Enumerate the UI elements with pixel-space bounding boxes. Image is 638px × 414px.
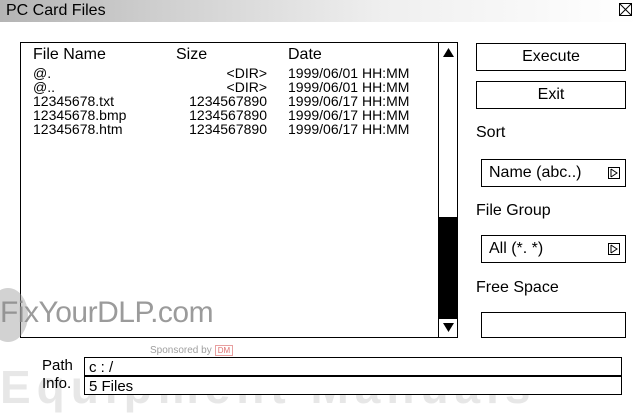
info-value: 5 Files: [89, 378, 134, 395]
file-row[interactable]: @. <DIR> 1999/06/01 HH:MM: [21, 66, 436, 80]
file-group-select[interactable]: All (*. *): [481, 235, 626, 263]
file-name: @.: [33, 65, 52, 81]
free-space-label: Free Space: [476, 279, 559, 296]
file-name: 12345678.htm: [33, 121, 123, 137]
window-title: PC Card Files: [6, 2, 106, 19]
file-group-label: File Group: [476, 202, 551, 219]
file-list-panel[interactable]: File Name Size Date @. <DIR> 1999/06/01 …: [20, 42, 458, 338]
path-label: Path: [42, 357, 73, 374]
info-label: Info.: [42, 375, 72, 392]
file-row[interactable]: @.. <DIR> 1999/06/01 HH:MM: [21, 80, 436, 94]
file-name: 12345678.bmp: [33, 107, 127, 123]
file-size: <DIR>: [226, 79, 267, 95]
file-size: 1234567890: [189, 107, 267, 123]
file-date: 1999/06/17 HH:MM: [288, 121, 410, 137]
sort-label: Sort: [476, 124, 506, 141]
scroll-up-arrow-icon[interactable]: [442, 47, 455, 59]
file-size: 1234567890: [189, 93, 267, 109]
file-date: 1999/06/01 HH:MM: [288, 79, 410, 95]
chevron-right-icon[interactable]: [608, 243, 620, 255]
watermark-logo: FixYourDLP.com: [0, 296, 214, 329]
column-header-file-name[interactable]: File Name: [33, 46, 106, 64]
execute-button[interactable]: Execute: [476, 43, 626, 71]
file-row[interactable]: 12345678.htm 1234567890 1999/06/17 HH:MM: [21, 122, 436, 136]
exit-button[interactable]: Exit: [476, 81, 626, 109]
column-header-size[interactable]: Size: [176, 46, 207, 64]
sort-select[interactable]: Name (abc..): [481, 159, 626, 187]
file-date: 1999/06/01 HH:MM: [288, 65, 410, 81]
path-field: c : /: [84, 357, 622, 376]
file-row[interactable]: 12345678.txt 1234567890 1999/06/17 HH:MM: [21, 94, 436, 108]
info-field: 5 Files: [84, 376, 622, 395]
scroll-down-arrow-icon[interactable]: [442, 321, 455, 333]
file-date: 1999/06/17 HH:MM: [288, 107, 410, 123]
sort-value: Name (abc..): [489, 164, 582, 181]
file-name: @..: [33, 79, 55, 95]
file-row[interactable]: 12345678.bmp 1234567890 1999/06/17 HH:MM: [21, 108, 436, 122]
watermark-sponsor: Sponsored by DM: [150, 345, 234, 356]
file-name: 12345678.txt: [33, 93, 114, 109]
path-value: c : /: [89, 359, 114, 376]
column-header-date[interactable]: Date: [288, 46, 322, 64]
file-list-scrollbar[interactable]: [438, 43, 457, 337]
title-bar: PC Card Files: [0, 0, 638, 22]
watermark-sponsor-text: Sponsored by: [150, 345, 212, 356]
chevron-right-icon[interactable]: [608, 167, 620, 179]
file-size: <DIR>: [226, 65, 267, 81]
free-space-field: [481, 312, 626, 338]
file-size: 1234567890: [189, 121, 267, 137]
file-group-value: All (*. *): [489, 240, 544, 257]
scroll-thumb[interactable]: [439, 217, 457, 319]
file-date: 1999/06/17 HH:MM: [288, 93, 410, 109]
watermark-sponsor-badge: DM: [214, 345, 234, 356]
close-icon[interactable]: [619, 3, 632, 16]
